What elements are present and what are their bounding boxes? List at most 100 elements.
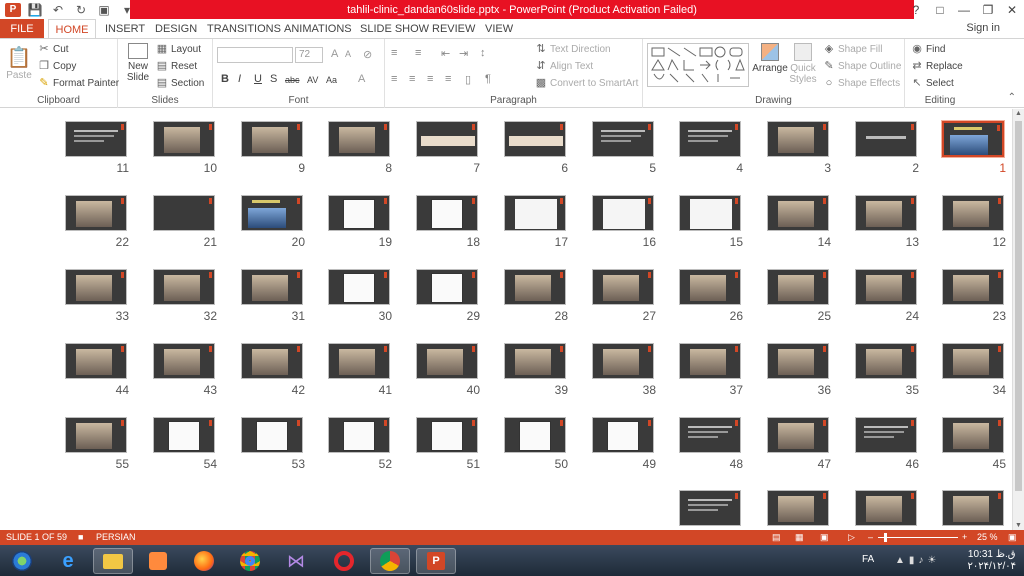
format-painter-button[interactable]: ✎ Format Painter <box>38 77 119 89</box>
slide-thumbnail[interactable] <box>504 343 566 379</box>
slide-thumbnail[interactable] <box>65 343 127 379</box>
slide-thumbnail[interactable] <box>328 269 390 305</box>
slide-thumbnail[interactable] <box>504 269 566 305</box>
slide-thumbnail[interactable] <box>153 121 215 157</box>
help-button[interactable]: ? <box>904 0 928 19</box>
quick-styles-button[interactable]: Quick Styles <box>789 43 817 85</box>
slideshow-view-icon[interactable]: ▷ <box>848 532 855 543</box>
slide-thumbnail[interactable] <box>592 343 654 379</box>
tray-icons[interactable]: ▲▮♪☀ <box>895 555 940 566</box>
shrink-font-icon[interactable]: A <box>345 49 351 59</box>
scroll-thumb[interactable] <box>1015 121 1022 491</box>
slide-thumbnail[interactable] <box>416 195 478 231</box>
input-language[interactable]: FA <box>862 554 874 565</box>
slide-thumbnail[interactable] <box>942 269 1004 305</box>
layout-button[interactable]: ▦ Layout <box>156 43 201 55</box>
slide-thumbnail[interactable] <box>65 121 127 157</box>
slide-thumbnail[interactable] <box>592 121 654 157</box>
slide-thumbnail[interactable] <box>592 417 654 453</box>
redo-icon[interactable]: ↻ <box>72 2 90 17</box>
underline-icon[interactable]: U <box>254 73 262 85</box>
slide-thumbnail[interactable] <box>328 121 390 157</box>
taskbar-chrome[interactable] <box>230 548 270 574</box>
tab-view[interactable]: VIEW <box>485 19 513 38</box>
section-button[interactable]: ▤ Section <box>156 77 205 89</box>
slide-thumbnail[interactable] <box>679 417 741 453</box>
bold-icon[interactable]: B <box>221 73 229 85</box>
scroll-up-icon[interactable]: ▲ <box>1015 110 1022 117</box>
slide-thumbnail[interactable] <box>767 269 829 305</box>
tab-slide-show[interactable]: SLIDE SHOW <box>360 19 429 38</box>
zoom-level[interactable]: 25 % <box>977 532 998 542</box>
reading-view-icon[interactable]: ▣ <box>820 532 829 543</box>
slide-thumbnail[interactable] <box>855 343 917 379</box>
undo-icon[interactable]: ↶ <box>49 2 67 17</box>
tab-insert[interactable]: INSERT <box>105 19 145 38</box>
text-direction-button[interactable]: ⇅ Text Direction <box>535 43 610 55</box>
zoom-in-icon[interactable]: + <box>962 532 967 542</box>
slide-thumbnail[interactable] <box>855 195 917 231</box>
increase-indent-icon[interactable]: ⇥ <box>459 47 468 60</box>
slide-thumbnail[interactable] <box>241 343 303 379</box>
slide-thumbnail[interactable] <box>942 195 1004 231</box>
slide-thumbnail[interactable] <box>767 343 829 379</box>
grow-font-icon[interactable]: A <box>331 48 338 60</box>
copy-button[interactable]: ❐ Copy <box>38 60 76 72</box>
select-button[interactable]: ↖ Select <box>911 77 953 89</box>
tab-design[interactable]: DESIGN <box>155 19 197 38</box>
slide-thumbnail[interactable] <box>592 195 654 231</box>
slide-thumbnail[interactable] <box>855 490 917 526</box>
slide-thumbnail[interactable] <box>942 417 1004 453</box>
slide-thumbnail[interactable] <box>416 343 478 379</box>
justify-icon[interactable]: ≡ <box>445 73 451 85</box>
replace-button[interactable]: ⇄ Replace <box>911 60 962 72</box>
slide-thumbnail[interactable] <box>679 121 741 157</box>
maximize-icon[interactable]: ❐ <box>976 0 1000 19</box>
slide-thumbnail[interactable] <box>942 343 1004 379</box>
shapes-gallery[interactable] <box>647 43 749 87</box>
slide-thumbnail[interactable] <box>65 269 127 305</box>
shape-effects-button[interactable]: ○ Shape Effects <box>823 77 900 89</box>
taskbar-opera[interactable] <box>324 548 364 574</box>
slide-thumbnail[interactable] <box>679 490 741 526</box>
italic-icon[interactable]: I <box>238 73 241 85</box>
taskbar-ie[interactable]: e <box>48 548 88 574</box>
taskbar-media[interactable] <box>138 548 178 574</box>
columns-icon[interactable]: ▯ <box>465 73 471 86</box>
slide-thumbnail[interactable] <box>416 121 478 157</box>
language-indicator[interactable]: PERSIAN <box>96 532 136 542</box>
decrease-indent-icon[interactable]: ⇤ <box>441 47 450 60</box>
scroll-down-icon[interactable]: ▼ <box>1015 522 1022 529</box>
slide-thumbnail[interactable] <box>855 417 917 453</box>
slide-thumbnail[interactable] <box>416 417 478 453</box>
proofing-icon[interactable]: ■ <box>78 532 83 542</box>
zoom-slider[interactable] <box>878 537 958 538</box>
align-left-icon[interactable]: ≡ <box>391 73 397 85</box>
slide-thumbnail[interactable] <box>328 417 390 453</box>
shadow-icon[interactable]: S <box>270 73 277 85</box>
slide-thumbnail[interactable] <box>241 195 303 231</box>
start-from-beginning-icon[interactable]: ▣ <box>95 2 113 17</box>
slide-thumbnail[interactable] <box>941 120 1005 158</box>
vertical-scrollbar[interactable]: ▲ ▼ <box>1012 109 1024 530</box>
slide-thumbnail[interactable] <box>328 195 390 231</box>
font-name-combo[interactable] <box>217 47 293 63</box>
slide-thumbnail[interactable] <box>241 417 303 453</box>
font-size-combo[interactable]: 72 <box>295 47 323 63</box>
minimize-icon[interactable]: — <box>952 0 976 19</box>
slide-thumbnail[interactable] <box>153 343 215 379</box>
taskbar-powerpoint[interactable]: P <box>416 548 456 574</box>
slide-thumbnail[interactable] <box>592 269 654 305</box>
numbering-icon[interactable]: ≡ <box>415 47 421 59</box>
shape-fill-button[interactable]: ◈ Shape Fill <box>823 43 883 55</box>
align-right-icon[interactable]: ≡ <box>427 73 433 85</box>
slide-thumbnail[interactable] <box>504 417 566 453</box>
tab-home[interactable]: HOME <box>48 19 96 39</box>
fit-to-window-icon[interactable]: ▣ <box>1008 532 1017 543</box>
normal-view-icon[interactable]: ▤ <box>772 532 781 543</box>
slide-thumbnail[interactable] <box>855 269 917 305</box>
tab-transitions[interactable]: TRANSITIONS <box>207 19 281 38</box>
slide-thumbnail[interactable] <box>504 121 566 157</box>
tab-review[interactable]: REVIEW <box>432 19 475 38</box>
line-spacing-icon[interactable]: ↕ <box>480 47 486 59</box>
